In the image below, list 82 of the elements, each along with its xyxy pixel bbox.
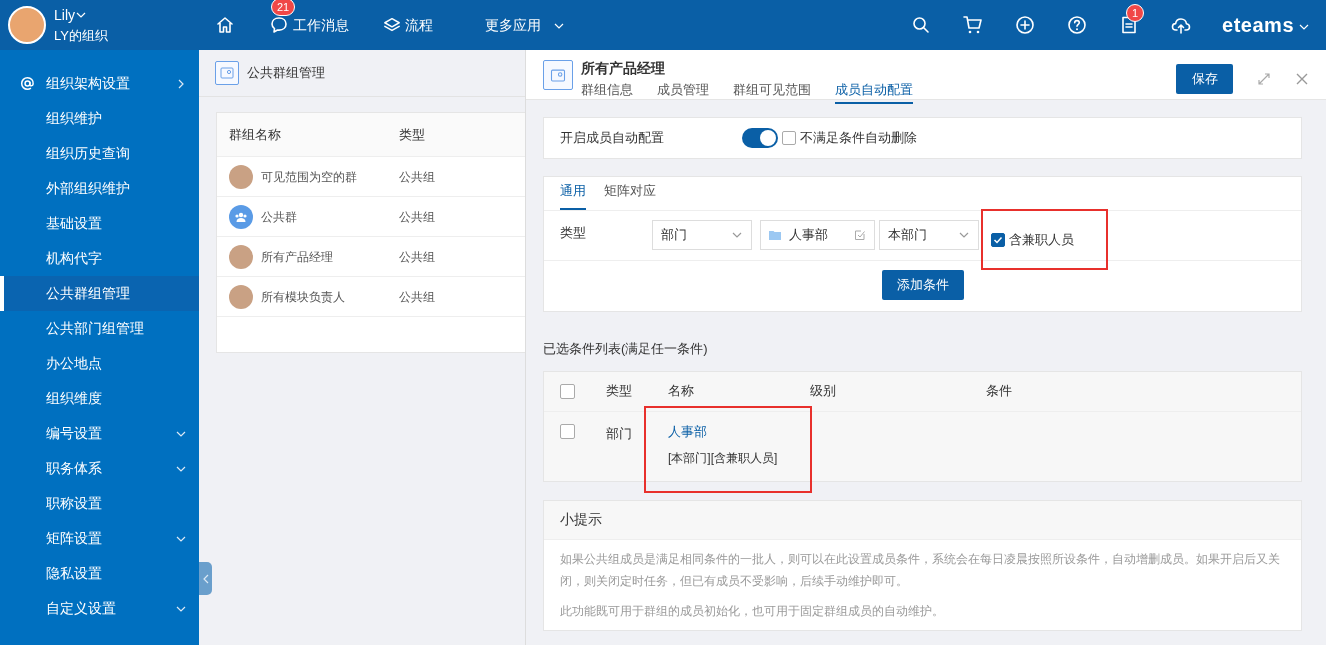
avatar-photo[interactable] [8, 6, 46, 44]
sidebar-item[interactable]: 公共部门组管理 [0, 311, 199, 346]
table-cell-text: 公共组 [399, 168, 435, 186]
chat-bubble-icon[interactable] [269, 15, 289, 35]
sidebar-item[interactable]: 矩阵设置 [0, 521, 199, 556]
sidebar-item[interactable]: 办公地点 [0, 346, 199, 381]
sidebar-item[interactable]: 职务体系 [0, 451, 199, 486]
group-name[interactable]: 可见范围为空的群 [261, 167, 357, 186]
add-icon[interactable] [1015, 15, 1036, 35]
group-name[interactable]: 所有产品经理 [261, 247, 333, 266]
home-icon[interactable] [215, 15, 235, 35]
setting-label: 开启成员自动配置 [560, 129, 665, 148]
toggle-switch[interactable] [742, 128, 778, 148]
nav-link[interactable]: 工作消息 [269, 14, 349, 36]
layers-icon[interactable] [383, 16, 401, 34]
table-cell-text: 公共组 [399, 248, 435, 266]
cart-icon[interactable] [962, 14, 985, 36]
avatar-photo [229, 164, 253, 189]
save-button[interactable]: 保存 [1176, 64, 1233, 94]
organization-name: LY的组织 [54, 26, 108, 45]
type-dropdown[interactable]: 部门 [652, 220, 752, 250]
department-picker[interactable]: 人事部 [760, 220, 875, 250]
sidebar-item[interactable]: 外部组织维护 [0, 171, 199, 206]
collapse-handle[interactable] [199, 562, 212, 595]
column-header: 群组名称 [229, 125, 282, 144]
group-avatar-icon [229, 204, 253, 229]
sidebar-item[interactable]: 隐私设置 [0, 556, 199, 591]
page-title: 公共群组管理 [247, 64, 325, 83]
sidebar-item[interactable]: 组织架构设置 [0, 66, 199, 101]
sidebar-item[interactable]: 组织历史查询 [0, 136, 199, 171]
add-condition-button[interactable]: 添加条件 [881, 270, 964, 300]
close-icon[interactable] [1295, 72, 1309, 86]
help-icon[interactable] [1067, 15, 1088, 35]
tip-text: 如果公共组成员是满足相同条件的一批人，则可以在此设置成员条件，系统会在每日凌晨按照所设条件，自动增删成员。如果开启后又关闭，则关闭定时任务，但已有成员不受影响，后续手动维护即可。 [560, 550, 1281, 590]
column-header: 类型 [399, 125, 426, 144]
brand-menu[interactable]: eteams [1222, 10, 1310, 40]
scope-dropdown[interactable]: 本部门 [879, 220, 979, 250]
at-sign-icon [20, 76, 35, 91]
condition-detail: [本部门][含兼职人员] [668, 450, 779, 467]
tip-text: 此功能既可用于群组的成员初始化，也可用于固定群组成员的自动维护。 [560, 602, 945, 620]
tab[interactable]: 通用 [560, 180, 586, 210]
column-header: 条件 [986, 383, 1012, 399]
column-header: 类型 [606, 383, 632, 399]
user-name[interactable]: Lily [54, 4, 75, 26]
table-cell-text: 公共组 [399, 208, 435, 226]
section-title: 已选条件列表(满足任一条件) [543, 340, 709, 358]
tab[interactable]: 群组信息 [581, 80, 633, 104]
tab[interactable]: 成员自动配置 [835, 80, 913, 104]
tips-title: 小提示 [544, 500, 1301, 540]
avatar-photo [229, 244, 253, 269]
sidebar-item[interactable]: 组织维护 [0, 101, 199, 136]
group-name[interactable]: 所有模块负责人 [261, 287, 345, 306]
tab[interactable]: 成员管理 [657, 80, 709, 104]
name-link[interactable]: 人事部 [668, 421, 788, 441]
checkbox[interactable]: 不满足条件自动删除 [782, 128, 917, 148]
column-header: 级别 [810, 383, 836, 399]
nav-link[interactable]: 更多应用 [485, 14, 565, 36]
search-icon[interactable] [911, 15, 932, 35]
checkbox[interactable] [560, 383, 575, 399]
sidebar-item[interactable]: 基础设置 [0, 206, 199, 241]
avatar-photo [229, 284, 253, 309]
field-label: 类型 [560, 224, 587, 242]
notification-badge: 1 [1126, 4, 1145, 22]
tab[interactable]: 群组可见范围 [733, 80, 811, 104]
tab[interactable]: 矩阵对应 [604, 180, 656, 210]
sidebar-item[interactable]: 组织维度 [0, 381, 199, 416]
folder-icon [769, 230, 781, 240]
sidebar-item[interactable]: 公共群组管理 [0, 276, 199, 311]
sidebar-item[interactable]: 自定义设置 [0, 591, 199, 626]
group-name[interactable]: 公共群 [261, 207, 297, 226]
column-header: 名称 [668, 383, 694, 399]
checkmark-icon [993, 234, 1003, 245]
sidebar-item[interactable]: 编号设置 [0, 416, 199, 451]
table-cell-text: 公共组 [399, 288, 435, 306]
checkbox[interactable]: 含兼职人员 [983, 211, 1106, 268]
nav-link[interactable]: 流程 [383, 14, 433, 36]
sidebar-item[interactable]: 职称设置 [0, 486, 199, 521]
table-cell-text: 部门 [606, 424, 633, 443]
notification-badge: 21 [271, 0, 296, 16]
checkbox[interactable] [560, 423, 575, 439]
panel-title: 所有产品经理 [581, 60, 666, 76]
sidebar-item[interactable]: 机构代字 [0, 241, 199, 276]
